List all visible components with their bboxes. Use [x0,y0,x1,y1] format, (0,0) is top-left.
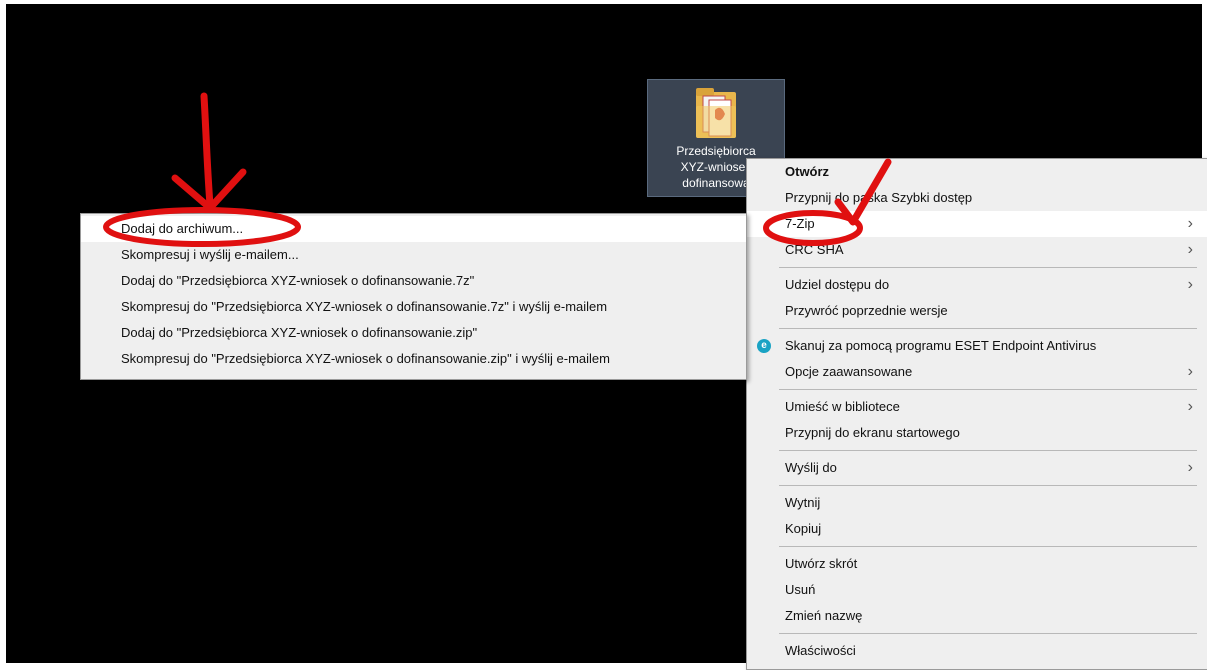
menu-item-pin-start[interactable]: Przypnij do ekranu startowego [747,420,1207,446]
menu-item-label: CRC SHA [785,242,844,257]
menu-item-label: Dodaj do "Przedsiębiorca XYZ-wniosek o d… [121,273,475,288]
menu-item-label: Opcje zaawansowane [785,364,913,379]
chevron-right-icon: › [1187,241,1193,258]
menu-item-7zip[interactable]: 7-Zip › [747,211,1207,237]
menu-item-delete[interactable]: Usuń [747,577,1207,603]
menu-item-cut[interactable]: Wytnij [747,490,1207,516]
menu-item-label: Zmień nazwę [785,608,863,623]
menu-item-label: Wyślij do [785,460,837,475]
7zip-submenu: Dodaj do archiwum... Skompresuj i wyślij… [80,213,747,380]
submenu-item-compress-email[interactable]: Skompresuj i wyślij e-mailem... [81,242,746,268]
menu-item-label: Właściwości [785,643,856,658]
menu-item-label: Udziel dostępu do [785,277,890,292]
pdf-folder-icon [696,88,736,138]
menu-item-rename[interactable]: Zmień nazwę [747,603,1207,629]
menu-separator [779,328,1197,329]
menu-item-copy[interactable]: Kopiuj [747,516,1207,542]
menu-item-eset-scan[interactable]: e Skanuj za pomocą programu ESET Endpoint… [747,333,1207,359]
chevron-right-icon: › [1187,363,1193,380]
submenu-item-compress-zip-email[interactable]: Skompresuj do "Przedsiębiorca XYZ-wniose… [81,346,746,372]
menu-item-label: Kopiuj [785,521,822,536]
menu-separator [779,485,1197,486]
menu-item-label: Przypnij do paska Szybki dostęp [785,190,973,205]
menu-item-label: Skanuj za pomocą programu ESET Endpoint … [785,338,1097,353]
menu-item-label: Skompresuj i wyślij e-mailem... [121,247,299,262]
menu-item-include-library[interactable]: Umieść w bibliotece › [747,394,1207,420]
menu-item-label: Utwórz skrót [785,556,858,571]
menu-item-label: Dodaj do "Przedsiębiorca XYZ-wniosek o d… [121,325,478,340]
menu-item-label: Usuń [785,582,816,597]
submenu-item-add-zip[interactable]: Dodaj do "Przedsiębiorca XYZ-wniosek o d… [81,320,746,346]
menu-item-give-access[interactable]: Udziel dostępu do › [747,272,1207,298]
menu-item-open[interactable]: Otwórz [747,159,1207,185]
eset-icon: e [757,339,771,353]
context-menu: Otwórz Przypnij do paska Szybki dostęp 7… [746,158,1207,670]
submenu-item-compress-7z-email[interactable]: Skompresuj do "Przedsiębiorca XYZ-wniose… [81,294,746,320]
chevron-right-icon: › [1187,215,1193,232]
chevron-right-icon: › [1187,398,1193,415]
menu-item-crc-sha[interactable]: CRC SHA › [747,237,1207,263]
submenu-item-add-to-archive[interactable]: Dodaj do archiwum... [81,216,746,242]
menu-item-label: Otwórz [785,164,830,179]
menu-item-send-to[interactable]: Wyślij do › [747,455,1207,481]
menu-item-label: Dodaj do archiwum... [121,221,244,236]
menu-item-label: Przywróć poprzednie wersje [785,303,948,318]
menu-separator [779,633,1197,634]
menu-item-pin-quick-access[interactable]: Przypnij do paska Szybki dostęp [747,185,1207,211]
menu-item-label: Przypnij do ekranu startowego [785,425,960,440]
submenu-item-add-7z[interactable]: Dodaj do "Przedsiębiorca XYZ-wniosek o d… [81,268,746,294]
menu-item-label: 7-Zip [785,216,815,231]
menu-item-label: Skompresuj do "Przedsiębiorca XYZ-wniose… [121,299,608,314]
menu-item-restore-versions[interactable]: Przywróć poprzednie wersje [747,298,1207,324]
menu-separator [779,267,1197,268]
menu-item-label: Wytnij [785,495,821,510]
chevron-right-icon: › [1187,459,1193,476]
menu-item-advanced-options[interactable]: Opcje zaawansowane › [747,359,1207,385]
menu-item-label: Skompresuj do "Przedsiębiorca XYZ-wniose… [121,351,610,366]
menu-item-label: Umieść w bibliotece [785,399,900,414]
menu-item-create-shortcut[interactable]: Utwórz skrót [747,551,1207,577]
chevron-right-icon: › [1187,276,1193,293]
menu-item-properties[interactable]: Właściwości [747,638,1207,664]
menu-separator [779,546,1197,547]
menu-separator [779,389,1197,390]
menu-separator [779,450,1197,451]
